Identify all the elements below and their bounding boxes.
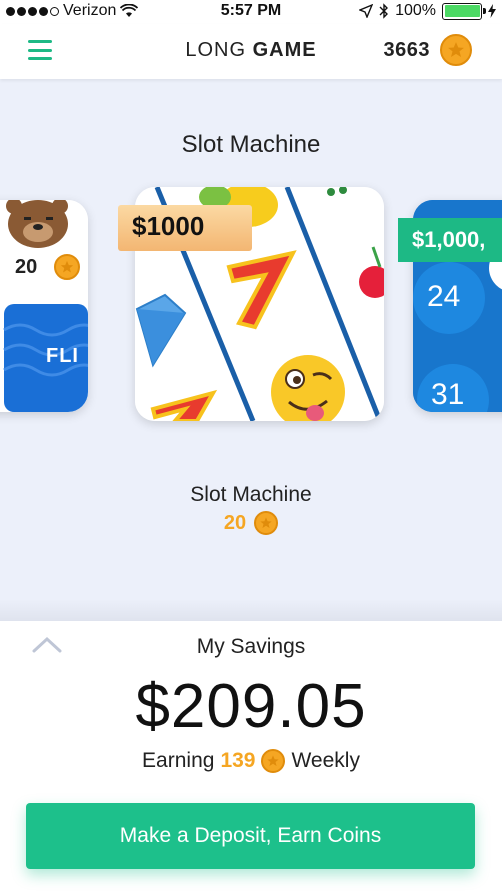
savings-label: My Savings xyxy=(196,635,306,658)
savings-amount: $209.05 xyxy=(135,672,367,741)
slot-prize-tag: $1000 xyxy=(118,205,252,251)
flip-card-cost: 20 xyxy=(15,256,38,278)
coin-balance[interactable]: 3663 xyxy=(383,34,472,66)
location-arrow-icon xyxy=(359,4,374,18)
bingo-number-2: 31 xyxy=(431,378,465,411)
coin-icon xyxy=(440,34,472,66)
earning-value: 139 xyxy=(220,749,256,772)
coin-icon xyxy=(54,254,80,280)
weekly-earning: Earning 139 Weekly xyxy=(0,749,502,773)
brand-long: LONG xyxy=(185,39,247,61)
charging-icon xyxy=(488,4,496,18)
selected-game-cost: 20 xyxy=(0,511,502,535)
flip-card-art xyxy=(0,200,88,412)
status-bar: Verizon 5:57 PM 100% xyxy=(0,0,502,24)
bluetooth-icon xyxy=(379,3,389,19)
brand-game: GAME xyxy=(252,39,317,61)
selected-game-name: Slot Machine xyxy=(190,483,312,506)
flip-card-label: FLI xyxy=(46,345,79,367)
earning-suffix: Weekly xyxy=(291,749,360,772)
game-carousel-area: Slot Machine 20 FLI 24 31 $1000 $1,000, … xyxy=(0,79,502,621)
bingo-prize-tag: $1,000, xyxy=(398,218,502,262)
savings-panel: My Savings $209.05 Earning 139 Weekly Ma… xyxy=(0,621,502,891)
bingo-number-1: 24 xyxy=(427,280,461,313)
area-shadow xyxy=(0,599,502,621)
battery-percent: 100% xyxy=(395,2,436,19)
coin-count: 3663 xyxy=(383,38,430,61)
earning-prefix: Earning xyxy=(142,749,215,772)
status-right: 100% xyxy=(359,2,496,20)
app-header: LONG GAME 3663 xyxy=(0,24,502,79)
battery-icon xyxy=(442,2,486,20)
selected-game-cost-value: 20 xyxy=(223,511,247,534)
game-section-title: Slot Machine xyxy=(181,131,321,158)
make-deposit-button[interactable]: Make a Deposit, Earn Coins xyxy=(26,803,475,869)
coin-icon xyxy=(254,511,279,535)
game-card-flip[interactable]: 20 FLI xyxy=(0,200,88,412)
coin-icon xyxy=(261,749,286,773)
